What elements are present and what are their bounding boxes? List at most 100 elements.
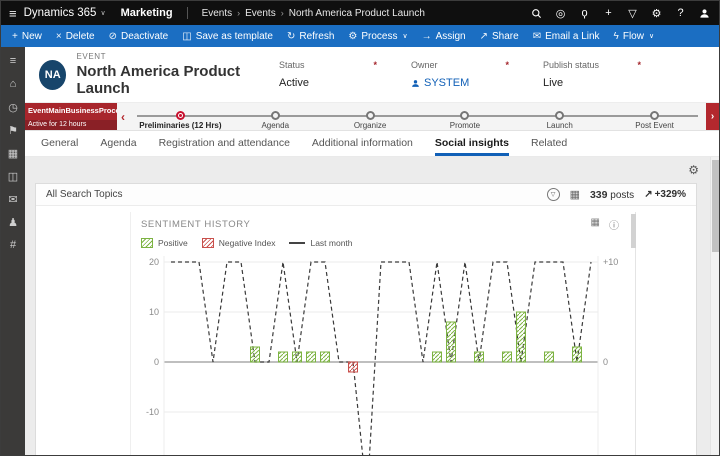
apps-icon[interactable]: # — [5, 238, 21, 252]
field-label: Owner — [411, 60, 438, 70]
filter-preset-icon[interactable]: ▽ — [547, 188, 560, 201]
save-icon: ◫ — [182, 31, 191, 42]
refresh-button[interactable]: ↻Refresh — [280, 25, 341, 47]
sentiment-chart: 20100-10+100 — [131, 250, 631, 455]
home-icon[interactable]: ⌂ — [5, 77, 21, 91]
widget-scrollbar-thumb[interactable] — [631, 214, 636, 248]
filter-icon[interactable]: ▽ — [626, 7, 639, 20]
delete-button[interactable]: ×Delete — [49, 25, 102, 47]
process-badge[interactable]: EventMainBusinessProce... Active for 12 … — [25, 103, 117, 130]
new-button[interactable]: +New — [5, 25, 49, 47]
sitemap-sidebar: ≡ ⌂ ◷ ⚑ ▦ ◫ ✉ ♟ # — [1, 47, 25, 455]
deactivate-icon: ⊘ — [109, 31, 117, 42]
app-switcher[interactable]: Dynamics 365 ∨ — [24, 7, 106, 19]
process-stages: Preliminaries (12 Hrs) Agenda Organize P… — [129, 103, 706, 130]
breadcrumb: Events › Events › North America Product … — [202, 8, 425, 19]
tab-registration[interactable]: Registration and attendance — [159, 137, 290, 156]
info-icon[interactable]: ⓘ — [609, 217, 619, 232]
stage-promote[interactable]: Promote — [417, 103, 512, 130]
svg-text:10: 10 — [149, 307, 159, 317]
email-icon[interactable]: ✉ — [5, 192, 21, 206]
share-button[interactable]: ↗Share — [473, 25, 526, 47]
email-link-button[interactable]: ✉Email a Link — [526, 25, 607, 47]
stage-launch[interactable]: Launch — [512, 103, 607, 130]
stage-agenda[interactable]: Agenda — [228, 103, 323, 130]
stage-organize[interactable]: Organize — [323, 103, 418, 130]
recent-icon[interactable]: ◷ — [5, 100, 21, 114]
app-window: ≡ Dynamics 365 ∨ Marketing Events › Even… — [0, 0, 720, 456]
svg-text:0: 0 — [603, 357, 608, 367]
deactivate-button[interactable]: ⊘Deactivate — [102, 25, 176, 47]
header-fields: Status* Active Owner* SYSTEM Publish sta… — [279, 60, 641, 89]
hamburger-menu-icon[interactable]: ≡ — [9, 6, 17, 21]
save-as-template-button[interactable]: ◫Save as template — [175, 25, 280, 47]
tab-social-insights[interactable]: Social insights — [435, 137, 509, 156]
dashboards-icon[interactable]: ▦ — [5, 146, 21, 160]
process-button[interactable]: ⚙Process∨ — [341, 25, 414, 47]
user-icon[interactable] — [698, 7, 711, 20]
tab-agenda[interactable]: Agenda — [100, 137, 136, 156]
page-scrollbar[interactable] — [710, 157, 719, 455]
owner-link[interactable]: SYSTEM — [411, 77, 509, 89]
card-header: All Search Topics ▽ ▦ 339 posts ↗+329% — [36, 184, 696, 206]
module-name[interactable]: Marketing — [121, 7, 173, 19]
svg-text:-10: -10 — [146, 407, 159, 417]
chevron-left-icon[interactable]: ‹ — [117, 103, 129, 130]
menu-icon[interactable]: ≡ — [5, 54, 21, 68]
process-name: EventMainBusinessProce... — [25, 103, 117, 115]
process-status: Active for 12 hours — [25, 120, 117, 130]
legend-label: Last month — [310, 238, 352, 248]
status-value: Active — [279, 77, 377, 89]
negative-swatch — [202, 238, 214, 248]
stage-circle — [271, 111, 280, 120]
tab-related[interactable]: Related — [531, 137, 567, 156]
tab-additional-info[interactable]: Additional information — [312, 137, 413, 156]
chart-legend: Positive Negative Index Last month — [131, 232, 629, 250]
svg-text:+10: +10 — [603, 257, 618, 267]
record-avatar: NA — [39, 60, 66, 90]
chevron-down-icon: ∨ — [402, 32, 407, 40]
command-bar: +New ×Delete ⊘Deactivate ◫Save as templa… — [1, 25, 719, 47]
contacts-icon[interactable]: ♟ — [5, 215, 21, 229]
grid-view-icon[interactable]: ▦ — [591, 217, 600, 232]
settings-gear-icon[interactable]: ⚙ — [650, 7, 663, 20]
required-asterisk: * — [373, 60, 377, 70]
chevron-right-icon[interactable]: › — [706, 103, 719, 130]
page-scrollbar-thumb[interactable] — [712, 160, 719, 252]
search-icon[interactable] — [530, 7, 543, 20]
chevron-down-icon: ∨ — [100, 9, 105, 17]
top-bar-icons: ◎ ϙ + ▽ ⚙ ? — [530, 7, 711, 20]
stage-circle — [366, 111, 375, 120]
widget-title: SENTIMENT HISTORY — [141, 219, 250, 230]
sentiment-history-widget: SENTIMENT HISTORY ▦ ⓘ Positive Negative … — [130, 212, 636, 456]
breadcrumb-item[interactable]: Events — [202, 8, 233, 19]
plus-icon: + — [12, 31, 18, 42]
stage-post-event[interactable]: Post Event — [607, 103, 702, 130]
pinned-icon[interactable]: ⚑ — [5, 123, 21, 137]
entity-type-label: EVENT — [76, 52, 279, 61]
publish-status-field: Publish status* Live — [543, 60, 641, 89]
guidance-icon[interactable]: ◎ — [554, 7, 567, 20]
flow-button[interactable]: ϟFlow∨ — [607, 25, 662, 47]
quick-create-icon[interactable]: + — [602, 7, 615, 20]
events-icon[interactable]: ◫ — [5, 169, 21, 183]
stage-circle — [460, 111, 469, 120]
record-tabs: General Agenda Registration and attendan… — [25, 131, 719, 157]
business-process-flow: EventMainBusinessProce... Active for 12 … — [25, 103, 719, 131]
grid-view-icon[interactable]: ▦ — [570, 188, 580, 201]
required-asterisk: * — [505, 60, 509, 70]
gear-icon[interactable]: ⚙ — [688, 163, 699, 177]
line-swatch — [289, 242, 305, 244]
stage-preliminaries[interactable]: Preliminaries (12 Hrs) — [133, 103, 228, 130]
app-name: Dynamics 365 — [24, 7, 97, 19]
breadcrumb-item[interactable]: Events — [245, 8, 276, 19]
assign-button[interactable]: →Assign — [415, 25, 473, 47]
top-nav-bar: ≡ Dynamics 365 ∨ Marketing Events › Even… — [1, 1, 719, 25]
publish-status-value: Live — [543, 77, 641, 89]
divider — [187, 7, 188, 19]
help-icon[interactable]: ? — [674, 7, 687, 20]
lightbulb-icon[interactable]: ϙ — [578, 7, 591, 20]
tab-general[interactable]: General — [41, 137, 78, 156]
svg-text:20: 20 — [149, 257, 159, 267]
social-insights-content: ⚙ All Search Topics ▽ ▦ 339 posts ↗+329% — [25, 157, 719, 455]
